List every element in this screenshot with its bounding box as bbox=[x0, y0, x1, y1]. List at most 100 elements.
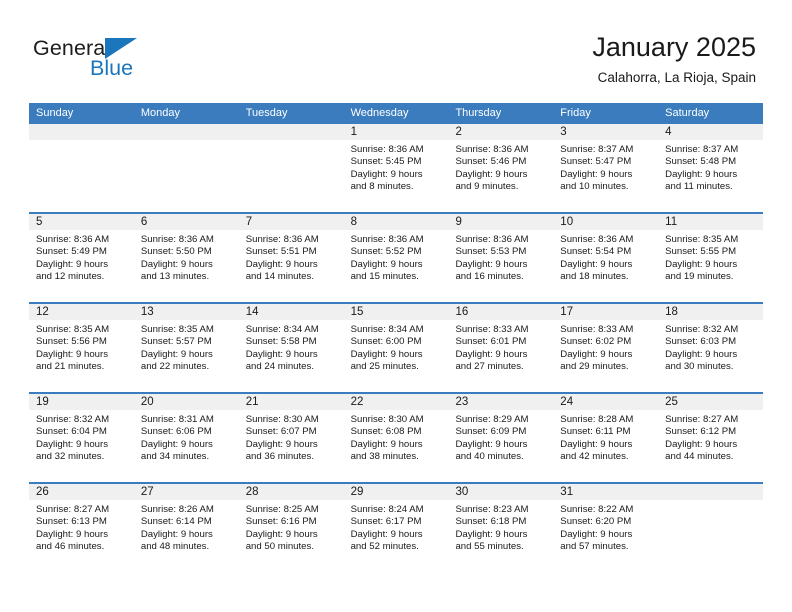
calendar-day-cell[interactable]: 2 Sunrise: 8:36 AM Sunset: 5:46 PM Daylight… bbox=[448, 124, 554, 212]
calendar-day-cell[interactable]: 20 Sunrise: 8:31 AM Sunset: 6:06 PM Dayligh… bbox=[133, 394, 239, 482]
daylight-duration-line2: and 27 minutes. bbox=[455, 361, 524, 373]
calendar-day-cell[interactable]: 12 Sunrise: 8:35 AM Sunset: 5:56 PM Dayligh… bbox=[29, 304, 134, 392]
sunrise-time: Sunrise: 8:27 AM bbox=[665, 414, 739, 425]
calendar-day-cell[interactable]: 10 Sunrise: 8:36 AM Sunset: 5:54 PM Dayligh… bbox=[553, 214, 659, 302]
day-number-strip: 12 bbox=[29, 304, 134, 321]
daylight-duration-line2: and 19 minutes. bbox=[665, 271, 734, 283]
day-number: 13 bbox=[140, 306, 154, 318]
day-number-strip: 5 bbox=[29, 214, 134, 231]
calendar-day-cell[interactable]: 15 Sunrise: 8:34 AM Sunset: 6:00 PM Dayligh… bbox=[343, 304, 449, 392]
sunrise-time: Sunrise: 8:29 AM bbox=[455, 414, 529, 425]
calendar-day-cell[interactable]: 6 Sunrise: 8:36 AM Sunset: 5:50 PM Daylight… bbox=[133, 214, 239, 302]
calendar-day-cell[interactable]: 30 Sunrise: 8:23 AM Sunset: 6:18 PM Dayligh… bbox=[448, 484, 554, 574]
sunrise-time: Sunrise: 8:35 AM bbox=[140, 324, 214, 335]
daylight-duration-line1: Daylight: 9 hours bbox=[665, 438, 738, 450]
calendar-day-cell[interactable]: 9 Sunrise: 8:36 AM Sunset: 5:53 PM Daylight… bbox=[448, 214, 554, 302]
page-title: January 2025 bbox=[592, 32, 756, 62]
day-number-strip: 6 bbox=[133, 214, 239, 231]
daylight-duration-line2: and 18 minutes. bbox=[560, 271, 629, 283]
daylight-duration-line2: and 36 minutes. bbox=[245, 451, 314, 463]
calendar-day-cell[interactable]: 17 Sunrise: 8:33 AM Sunset: 6:02 PM Dayligh… bbox=[553, 304, 659, 392]
daylight-duration-line2: and 55 minutes. bbox=[455, 541, 524, 553]
day-number-strip: 3 bbox=[553, 124, 659, 141]
calendar-day-cell[interactable]: 23 Sunrise: 8:29 AM Sunset: 6:09 PM Dayligh… bbox=[448, 394, 554, 482]
sunset-time: Sunset: 6:16 PM bbox=[245, 516, 317, 528]
daylight-duration-line1: Daylight: 9 hours bbox=[455, 438, 528, 450]
sunset-time: Sunset: 6:09 PM bbox=[455, 426, 527, 438]
weekday-header-thursday: Thursday bbox=[455, 107, 502, 119]
day-number-strip: 1 bbox=[343, 124, 449, 141]
calendar-day-cell[interactable]: 4 Sunrise: 8:37 AM Sunset: 5:48 PM Daylight… bbox=[658, 124, 764, 212]
day-details: Sunrise: 8:35 AM Sunset: 5:57 PM Daylight:… bbox=[134, 321, 239, 374]
day-number-strip bbox=[238, 124, 344, 141]
day-number-strip: 19 bbox=[29, 394, 134, 411]
sunrise-time: Sunrise: 8:32 AM bbox=[36, 414, 110, 425]
calendar-day-cell[interactable]: 28 Sunrise: 8:25 AM Sunset: 6:16 PM Dayligh… bbox=[238, 484, 344, 574]
calendar-day-cell[interactable]: 31 Sunrise: 8:22 AM Sunset: 6:20 PM Dayligh… bbox=[553, 484, 659, 574]
daylight-duration-line1: Daylight: 9 hours bbox=[560, 168, 633, 180]
sunset-time: Sunset: 5:53 PM bbox=[455, 246, 527, 258]
calendar-day-cell[interactable]: 26 Sunrise: 8:27 AM Sunset: 6:13 PM Dayligh… bbox=[29, 484, 134, 574]
calendar-day-cell[interactable]: 25 Sunrise: 8:27 AM Sunset: 6:12 PM Dayligh… bbox=[658, 394, 764, 482]
calendar-day-cell[interactable]: 16 Sunrise: 8:33 AM Sunset: 6:01 PM Dayligh… bbox=[448, 304, 554, 392]
day-number-strip: 22 bbox=[343, 394, 449, 411]
day-details: Sunrise: 8:32 AM Sunset: 6:03 PM Daylight:… bbox=[658, 321, 763, 374]
daylight-duration-line2: and 46 minutes. bbox=[36, 541, 105, 553]
daylight-duration-line2: and 11 minutes. bbox=[665, 181, 733, 193]
calendar-day-cell[interactable]: 8 Sunrise: 8:36 AM Sunset: 5:52 PM Daylight… bbox=[343, 214, 449, 302]
daylight-duration-line2: and 16 minutes. bbox=[455, 271, 524, 283]
day-number-strip bbox=[658, 484, 764, 501]
calendar-day-cell[interactable]: 29 Sunrise: 8:24 AM Sunset: 6:17 PM Dayligh… bbox=[343, 484, 449, 574]
calendar-day-cell[interactable]: 5 Sunrise: 8:36 AM Sunset: 5:49 PM Daylight… bbox=[29, 214, 134, 302]
day-number: 27 bbox=[140, 486, 154, 498]
sunset-time: Sunset: 6:12 PM bbox=[665, 426, 737, 438]
daylight-duration-line1: Daylight: 9 hours bbox=[350, 258, 423, 270]
daylight-duration-line2: and 12 minutes. bbox=[36, 271, 105, 283]
calendar-day-cell[interactable]: 18 Sunrise: 8:32 AM Sunset: 6:03 PM Dayligh… bbox=[658, 304, 764, 392]
daylight-duration-line1: Daylight: 9 hours bbox=[560, 438, 633, 450]
day-details: Sunrise: 8:36 AM Sunset: 5:52 PM Daylight:… bbox=[344, 231, 449, 284]
daylight-duration-line2: and 29 minutes. bbox=[560, 361, 629, 373]
calendar-day-cell[interactable]: 1 Sunrise: 8:36 AM Sunset: 5:45 PM Daylight… bbox=[343, 124, 449, 212]
day-number: 25 bbox=[665, 396, 678, 408]
daylight-duration-line1: Daylight: 9 hours bbox=[350, 348, 423, 360]
day-number: 29 bbox=[350, 486, 364, 498]
daylight-duration-line2: and 44 minutes. bbox=[665, 451, 734, 463]
calendar-day-cell[interactable]: 13 Sunrise: 8:35 AM Sunset: 5:57 PM Dayligh… bbox=[133, 304, 239, 392]
daylight-duration-line2: and 32 minutes. bbox=[36, 451, 105, 463]
day-number-strip: 26 bbox=[29, 484, 134, 501]
day-number-strip: 23 bbox=[448, 394, 554, 411]
day-details: Sunrise: 8:24 AM Sunset: 6:17 PM Daylight:… bbox=[344, 501, 449, 554]
calendar-day-cell[interactable]: 19 Sunrise: 8:32 AM Sunset: 6:04 PM Dayligh… bbox=[29, 394, 134, 482]
day-number: 28 bbox=[245, 486, 259, 498]
calendar-day-cell[interactable]: 11 Sunrise: 8:35 AM Sunset: 5:55 PM Dayligh… bbox=[658, 214, 764, 302]
sunset-time: Sunset: 5:48 PM bbox=[665, 156, 737, 168]
sunset-time: Sunset: 6:08 PM bbox=[350, 426, 422, 438]
calendar-day-cell[interactable]: 7 Sunrise: 8:36 AM Sunset: 5:51 PM Daylight… bbox=[238, 214, 344, 302]
day-number: 11 bbox=[665, 216, 678, 228]
sunset-time: Sunset: 5:45 PM bbox=[350, 156, 422, 168]
daylight-duration-line2: and 8 minutes. bbox=[350, 181, 414, 193]
day-number-strip bbox=[133, 124, 239, 141]
general-blue-logo: General Blue bbox=[33, 36, 213, 88]
day-number: 31 bbox=[560, 486, 574, 498]
sunset-time: Sunset: 5:47 PM bbox=[560, 156, 632, 168]
sunset-time: Sunset: 6:04 PM bbox=[36, 426, 107, 438]
daylight-duration-line2: and 22 minutes. bbox=[140, 361, 210, 373]
daylight-duration-line2: and 10 minutes. bbox=[560, 181, 629, 193]
calendar-day-cell[interactable]: 27 Sunrise: 8:26 AM Sunset: 6:14 PM Dayligh… bbox=[133, 484, 239, 574]
sunrise-time: Sunrise: 8:36 AM bbox=[455, 234, 529, 245]
sunrise-time: Sunrise: 8:33 AM bbox=[560, 324, 634, 335]
weekday-header-sunday: Sunday bbox=[36, 107, 74, 119]
daylight-duration-line1: Daylight: 9 hours bbox=[140, 528, 213, 540]
page-subtitle-location: Calahorra, La Rioja, Spain bbox=[597, 70, 756, 85]
calendar-day-cell[interactable]: 3 Sunrise: 8:37 AM Sunset: 5:47 PM Daylight… bbox=[553, 124, 659, 212]
sunrise-time: Sunrise: 8:36 AM bbox=[560, 234, 634, 245]
daylight-duration-line1: Daylight: 9 hours bbox=[36, 438, 108, 450]
calendar-day-cell[interactable]: 22 Sunrise: 8:30 AM Sunset: 6:08 PM Dayligh… bbox=[343, 394, 449, 482]
calendar-day-cell[interactable]: 24 Sunrise: 8:28 AM Sunset: 6:11 PM Dayligh… bbox=[553, 394, 659, 482]
calendar-day-cell[interactable]: 14 Sunrise: 8:34 AM Sunset: 5:58 PM Dayligh… bbox=[238, 304, 344, 392]
calendar-day-cell[interactable]: 21 Sunrise: 8:30 AM Sunset: 6:07 PM Dayligh… bbox=[238, 394, 344, 482]
daylight-duration-line1: Daylight: 9 hours bbox=[665, 348, 738, 360]
daylight-duration-line2: and 15 minutes. bbox=[350, 271, 419, 283]
